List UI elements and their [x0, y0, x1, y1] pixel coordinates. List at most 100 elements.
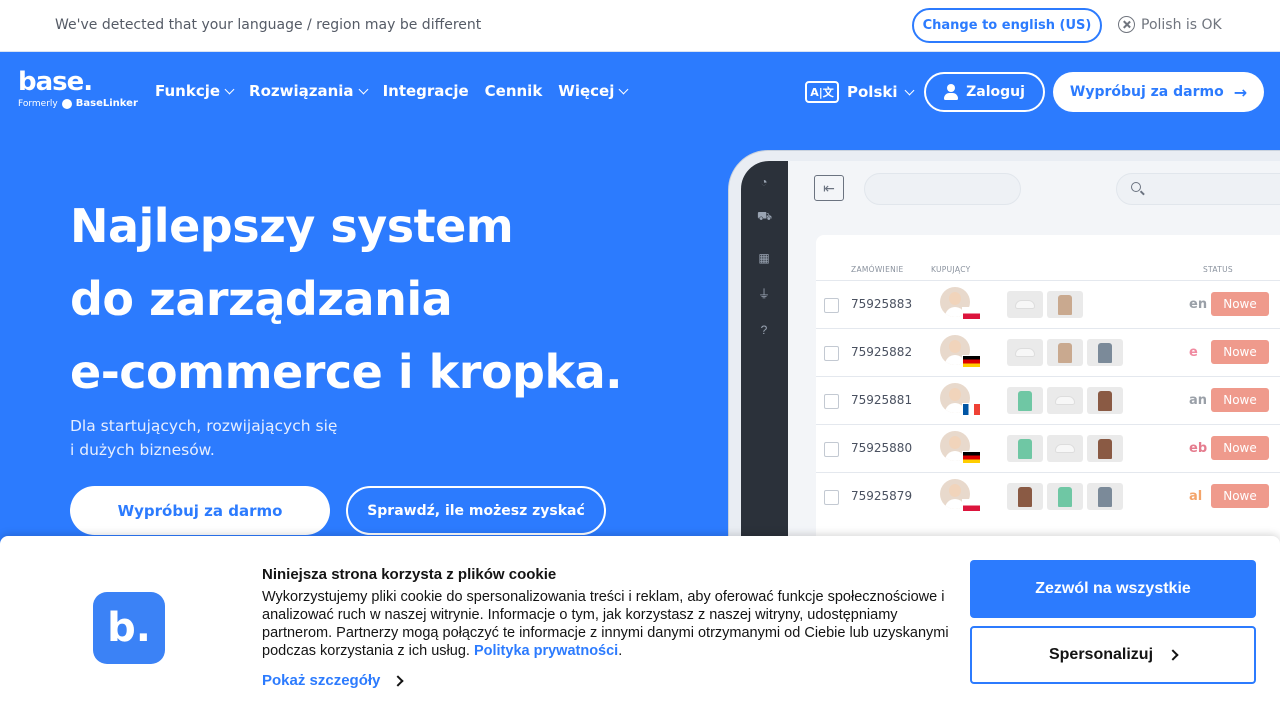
- collapse-sidebar-icon: ⇤: [814, 175, 844, 201]
- allow-all-cookies-button[interactable]: Zezwól na wszystkie: [970, 560, 1256, 618]
- status-badge: Nowe: [1211, 388, 1269, 412]
- marketplace-logo: en: [1189, 297, 1208, 312]
- dismiss-language-label: Polish is OK: [1141, 16, 1222, 33]
- product-thumbnail: [1047, 435, 1083, 462]
- dismiss-language-button[interactable]: Polish is OK: [1118, 16, 1222, 33]
- product-thumbnail: [1087, 387, 1123, 414]
- chevron-down-icon: [224, 84, 235, 94]
- login-button[interactable]: Zaloguj: [924, 72, 1045, 112]
- product-image: [1058, 486, 1072, 507]
- mockup-search-field: [1116, 173, 1280, 205]
- product-thumbnail: [1087, 435, 1123, 462]
- product-thumbnail: [1007, 339, 1043, 366]
- nav-item-label: Integracje: [382, 82, 469, 100]
- language-selector[interactable]: A|文 Polski: [805, 81, 914, 103]
- product-thumbnail: [1007, 483, 1043, 510]
- row-checkbox: [824, 298, 839, 313]
- hero-subtitle-line: Dla startujących, rozwijających się: [70, 417, 338, 435]
- flag-de-icon: [962, 451, 981, 464]
- chevron-right-icon: [1167, 649, 1179, 661]
- nav-item-label: Funkcje: [155, 82, 221, 100]
- flag-pl-icon: [962, 307, 981, 320]
- cookie-banner: b. Niniejsza strona korzysta z plików co…: [0, 536, 1280, 720]
- status-badge: Nowe: [1211, 292, 1269, 316]
- change-language-button[interactable]: Change to english (US): [912, 8, 1102, 43]
- nav-try-free-button[interactable]: Wypróbuj za darmo →: [1053, 72, 1264, 112]
- nav-item-wiecej[interactable]: Więcej: [558, 82, 629, 100]
- login-label: Zaloguj: [966, 84, 1025, 100]
- product-image: [1018, 390, 1032, 411]
- nav-item-label: Cennik: [484, 82, 543, 100]
- row-checkbox: [824, 490, 839, 505]
- column-header-status: STATUS: [1203, 265, 1233, 274]
- hero-title: Najlepszy system do zarządzania e-commer…: [70, 190, 623, 409]
- row-checkbox: [824, 442, 839, 457]
- language-selector-label: Polski: [847, 83, 898, 101]
- logo-wordmark: base.: [18, 67, 93, 97]
- product-image: [1055, 396, 1075, 405]
- status-badge: Nowe: [1211, 436, 1269, 460]
- customize-cookies-label: Spersonalizuj: [1048, 646, 1154, 663]
- chevron-down-icon: [618, 84, 629, 94]
- product-thumbnail: [1007, 291, 1043, 318]
- customize-cookies-button[interactable]: Spersonalizuj: [970, 626, 1256, 684]
- order-id: 75925882: [851, 345, 913, 359]
- cookie-title: Niniejsza strona korzysta z plików cooki…: [262, 566, 557, 583]
- table-row: 75925882 e Nowe: [816, 328, 1280, 376]
- product-thumbnail: [1087, 339, 1123, 366]
- table-row: 75925881 an Nowe: [816, 376, 1280, 424]
- main-nav: base. Formerly BaseLinker Funkcje Rozwią…: [0, 52, 1280, 132]
- flag-fr-icon: [962, 403, 981, 416]
- plug-icon: ⏚: [757, 287, 770, 301]
- nav-menu: Funkcje Rozwiązania Integracje Cennik Wi…: [155, 82, 629, 100]
- product-image: [1015, 348, 1035, 357]
- show-details-label: Pokaż szczegóły: [262, 672, 381, 689]
- chevron-down-icon: [358, 84, 369, 94]
- nav-item-cennik[interactable]: Cennik: [485, 82, 543, 100]
- chevron-down-icon: [904, 85, 914, 95]
- dashboard-icon: ◔: [760, 175, 768, 189]
- hero-title-line: Najlepszy system: [70, 199, 514, 253]
- hero-title-line: e-commerce i kropka.: [70, 345, 623, 399]
- site-logo[interactable]: base. Formerly BaseLinker: [18, 68, 138, 109]
- baselinker-icon: [61, 98, 72, 109]
- marketplace-logo: eb: [1189, 441, 1208, 456]
- hero-subtitle-line: i dużych biznesów.: [70, 441, 215, 459]
- hero-try-free-button[interactable]: Wypróbuj za darmo: [70, 486, 330, 535]
- nav-item-label: Więcej: [558, 82, 615, 100]
- order-id: 75925883: [851, 297, 913, 311]
- table-row: 75925879 al Nowe: [816, 472, 1280, 520]
- language-banner-message: We've detected that your language / regi…: [55, 17, 482, 33]
- marketplace-logo: an: [1189, 393, 1208, 408]
- table-row: 75925883 en Nowe: [816, 280, 1280, 328]
- status-badge: Nowe: [1211, 340, 1269, 364]
- user-icon: [944, 84, 959, 100]
- marketplace-logo: al: [1189, 489, 1203, 504]
- cart-icon: ⛟: [757, 209, 773, 223]
- product-image: [1058, 294, 1072, 315]
- product-image: [1058, 342, 1072, 363]
- hero-subtitle: Dla startujących, rozwijających się i du…: [70, 414, 337, 462]
- translate-icon: A|文: [805, 81, 839, 103]
- warehouse-icon: ▦: [758, 251, 770, 265]
- status-badge: Nowe: [1211, 484, 1269, 508]
- search-icon: [1131, 182, 1141, 192]
- marketplace-logo: e: [1189, 345, 1198, 360]
- product-image: [1098, 342, 1112, 363]
- product-image: [1098, 390, 1112, 411]
- column-header-order: ZAMÓWIENIE: [851, 265, 904, 274]
- product-thumbnail: [1007, 435, 1043, 462]
- nav-item-label: Rozwiązania: [249, 82, 354, 100]
- nav-item-funkcje[interactable]: Funkcje: [155, 82, 235, 100]
- hero-title-line: do zarządzania: [70, 272, 453, 326]
- product-image: [1018, 438, 1032, 459]
- show-details-link[interactable]: Pokaż szczegóły: [262, 672, 405, 689]
- privacy-policy-link[interactable]: Polityka prywatności: [474, 643, 618, 659]
- nav-item-rozwiazania[interactable]: Rozwiązania: [249, 82, 369, 100]
- base-logo-icon: b.: [93, 592, 165, 664]
- close-circle-icon: [1118, 16, 1135, 33]
- row-checkbox: [824, 394, 839, 409]
- nav-item-integracje[interactable]: Integracje: [383, 82, 469, 100]
- cookie-body-period: .: [618, 643, 623, 659]
- hero-calculate-button[interactable]: Sprawdź, ile możesz zyskać: [346, 486, 606, 535]
